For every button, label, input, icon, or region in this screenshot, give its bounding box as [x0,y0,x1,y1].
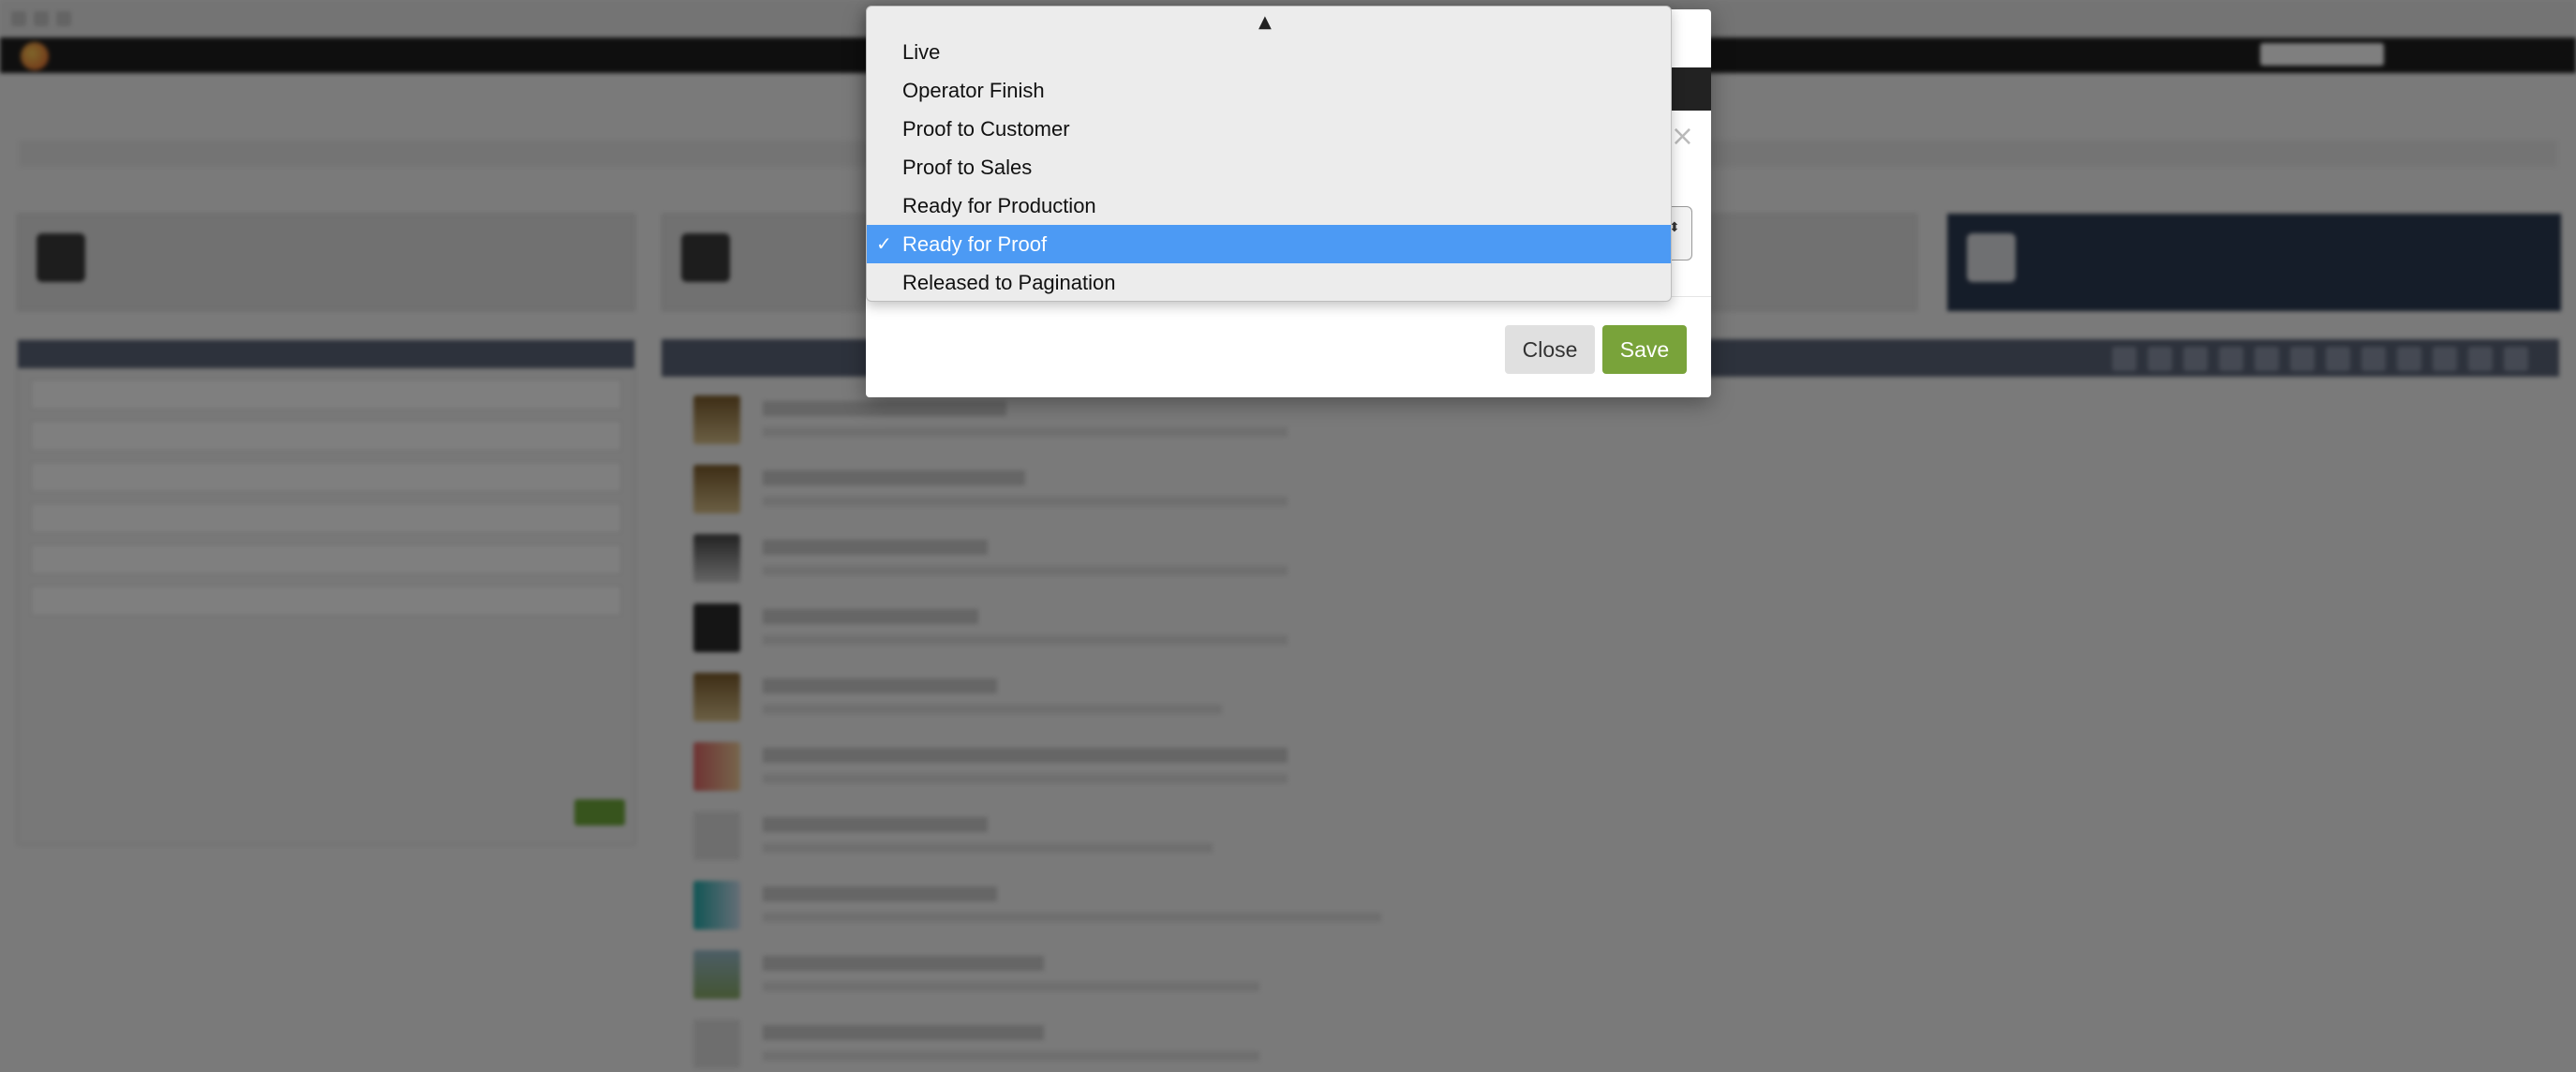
dropdown-option-ready-for-proof[interactable]: ✓ Ready for Proof [867,225,1671,263]
save-button[interactable]: Save [1602,325,1687,374]
dropdown-option-proof-to-customer[interactable]: Proof to Customer [867,110,1671,148]
dropdown-option-proof-to-sales[interactable]: Proof to Sales [867,148,1671,186]
dropdown-option-operator-finish[interactable]: Operator Finish [867,71,1671,110]
dropdown-option-released-to-pagination[interactable]: Released to Pagination [867,263,1671,302]
status-dropdown-menu: ▲ Live Operator Finish Proof to Customer… [866,6,1672,302]
dropdown-option-ready-for-production[interactable]: Ready for Production [867,186,1671,225]
dropdown-option-label: Ready for Proof [902,232,1048,256]
checkmark-icon: ✓ [876,232,892,255]
triangle-up-icon[interactable]: ▲ [1258,12,1272,32]
close-button[interactable]: Close [1505,325,1595,374]
close-icon[interactable]: × [1671,120,1694,153]
dropdown-option-live[interactable]: Live [867,33,1671,71]
